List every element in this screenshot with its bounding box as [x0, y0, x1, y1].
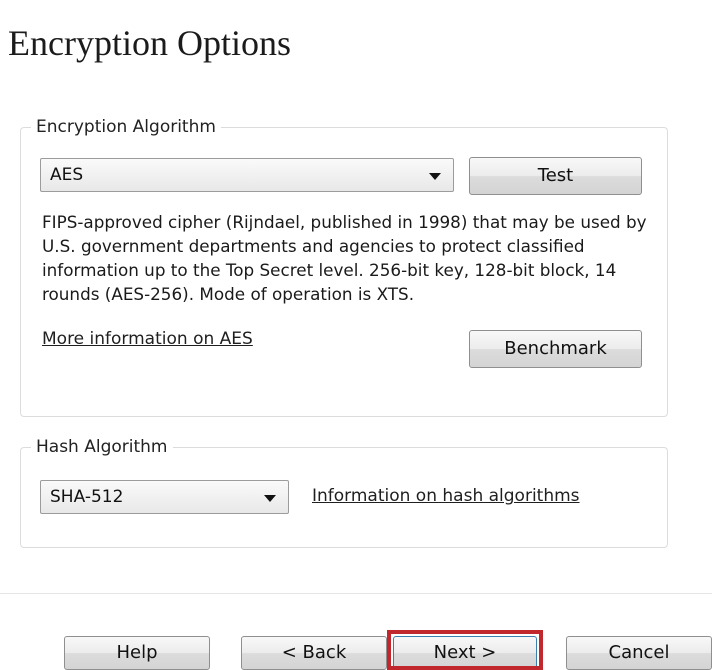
next-button-highlight: [387, 630, 543, 670]
encryption-options-page: Encryption Options Encryption Algorithm …: [0, 0, 712, 670]
hash-algorithm-legend: Hash Algorithm: [36, 437, 168, 457]
encryption-algorithm-legend: Encryption Algorithm: [36, 117, 216, 137]
hash-info-link[interactable]: Information on hash algorithms: [312, 486, 580, 506]
page-title: Encryption Options: [8, 23, 291, 63]
encryption-algorithm-select[interactable]: AES: [40, 158, 454, 192]
bottom-divider: [0, 593, 712, 594]
hash-algorithm-value: SHA-512: [50, 487, 124, 507]
benchmark-button[interactable]: Benchmark: [469, 330, 642, 368]
help-button[interactable]: Help: [64, 636, 210, 670]
cancel-button[interactable]: Cancel: [566, 636, 712, 670]
back-button[interactable]: < Back: [241, 636, 387, 670]
more-info-aes-link[interactable]: More information on AES: [42, 329, 253, 349]
encryption-algorithm-value: AES: [50, 165, 84, 185]
hash-algorithm-select[interactable]: SHA-512: [40, 480, 289, 514]
test-button[interactable]: Test: [469, 157, 642, 195]
encryption-description: FIPS-approved cipher (Rijndael, publishe…: [42, 212, 647, 304]
chevron-down-icon: [264, 495, 276, 502]
chevron-down-icon: [429, 173, 441, 180]
